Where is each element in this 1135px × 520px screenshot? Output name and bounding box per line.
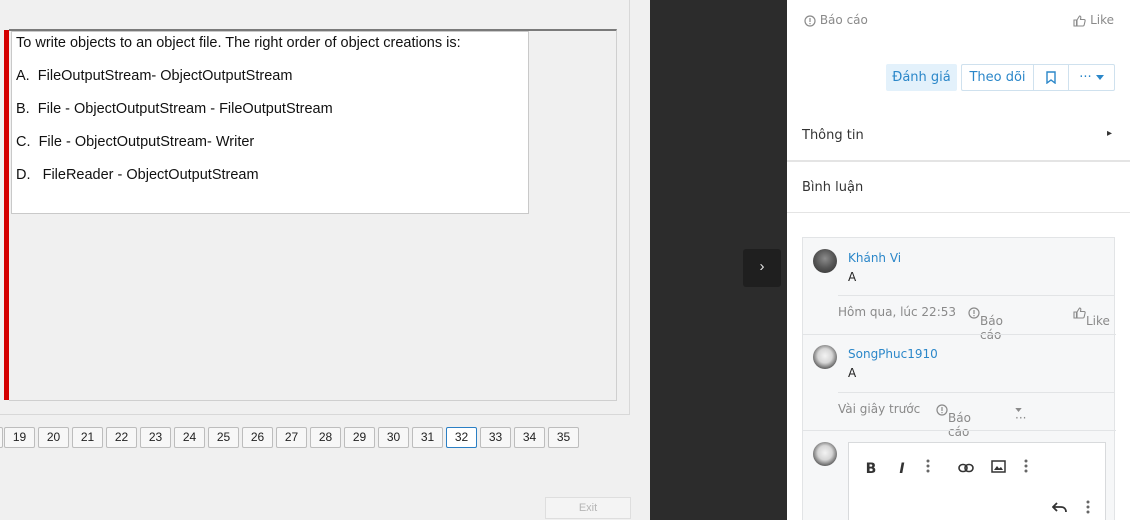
avatar[interactable] [813,345,837,369]
page-button[interactable]: 20 [38,427,69,448]
comment-time: Hôm qua, lúc 22:53 [838,305,957,319]
comment-text: A [848,366,857,380]
info-icon [936,403,948,416]
page-button[interactable]: 19 [4,427,35,448]
rate-button[interactable]: Đánh giá [886,64,957,91]
more-icon: ··· [1015,411,1027,425]
more-button[interactable]: ··· [1068,64,1115,91]
question-text: To write objects to an object file. The … [16,35,461,51]
report-label: Báo cáo [980,314,1003,342]
info-icon [804,14,816,27]
option-a[interactable]: A. FileOutputStream- ObjectOutputStream [16,68,292,84]
vertical-dots-icon [1024,459,1028,473]
comments-label: Bình luận [802,180,864,195]
page-button[interactable]: 21 [72,427,103,448]
caret-right-icon: ▸ [1106,128,1112,139]
page-button[interactable]: 29 [344,427,375,448]
page-button[interactable]: 28 [310,427,341,448]
like-label: Like [1086,314,1110,328]
bold-button[interactable]: B [862,459,880,479]
vertical-dots-icon [1086,500,1090,514]
like-link[interactable]: Like [1073,13,1114,27]
avatar [813,442,837,466]
bookmark-button[interactable] [1033,64,1068,91]
divider [803,430,1116,431]
comment-report-link[interactable]: Báo cáo [936,402,971,439]
option-b[interactable]: B. File - ObjectOutputStream - FileOutpu… [16,101,333,117]
page-button[interactable]: 27 [276,427,307,448]
like-label: Like [1090,13,1114,27]
more-icon: ··· [1079,70,1092,85]
comments-header: Bình luận [787,164,1130,213]
option-c[interactable]: C. File - ObjectOutputStream- Writer [16,134,254,150]
info-label: Thông tin [802,128,864,143]
exit-button[interactable]: Exit [545,497,631,519]
info-section-toggle[interactable]: Thông tin ▸ [787,112,1130,162]
comment-meta: Vài giây trước Báo cáo ··· [838,392,1115,439]
bookmark-icon [1046,71,1056,84]
thumbs-up-icon [1073,14,1086,27]
link-icon [958,463,974,473]
comment-more-button[interactable]: ··· [1015,402,1026,425]
discussion-panel: Báo cáo Like Đánh giá Theo dõi ··· Thông… [787,0,1135,520]
page-button-current[interactable]: 32 [446,427,477,448]
page-button[interactable]: 25 [208,427,239,448]
divider [803,334,1116,335]
comment-text: A [848,270,857,284]
comment-like-link[interactable]: Like [1073,305,1110,328]
option-c-text: File - ObjectOutputStream- Writer [38,134,255,150]
page-button[interactable]: 26 [242,427,273,448]
image-icon [990,460,1006,473]
comment-author[interactable]: SongPhuc1910 [848,347,938,361]
page-button[interactable]: 35 [548,427,579,448]
italic-button[interactable]: I [893,459,911,479]
option-d-letter: D. [16,167,31,183]
caret-down-icon [1095,75,1104,80]
toolbar-more-icon[interactable] [1021,459,1031,479]
page-button[interactable] [0,427,3,448]
page-button[interactable]: 31 [412,427,443,448]
exam-pane: To write objects to an object file. The … [0,0,650,520]
option-b-letter: B. [16,101,30,117]
report-label: Báo cáo [819,13,868,27]
undo-button[interactable] [1049,500,1071,520]
undo-icon [1051,502,1067,513]
page-button[interactable]: 33 [480,427,511,448]
report-link[interactable]: Báo cáo [804,13,868,27]
report-label: Báo cáo [948,411,971,439]
thumbs-up-icon [1073,306,1086,319]
option-d[interactable]: D. FileReader - ObjectOutputStream [16,167,259,183]
page-button[interactable]: 23 [140,427,171,448]
comment-report-link[interactable]: Báo cáo [968,305,1003,342]
image-button[interactable] [987,459,1009,479]
expand-panel-button[interactable]: › [743,249,781,287]
info-icon [968,306,980,319]
comment-author[interactable]: Khánh Vi [848,251,901,265]
option-d-text: FileReader - ObjectOutputStream [42,167,259,183]
option-a-text: FileOutputStream- ObjectOutputStream [37,68,293,84]
follow-button[interactable]: Theo dõi [961,64,1033,91]
vertical-dots-icon [926,459,930,473]
comment-editor[interactable]: B I [848,442,1106,520]
page-button[interactable]: 22 [106,427,137,448]
question-box: To write objects to an object file. The … [11,31,529,214]
option-b-text: File - ObjectOutputStream - FileOutputSt… [37,101,333,117]
option-c-letter: C. [16,134,31,150]
page-button[interactable]: 24 [174,427,205,448]
chevron-right-icon: › [759,258,765,275]
comment-thread: Khánh Vi A Hôm qua, lúc 22:53 Báo cáo Li… [802,237,1116,520]
avatar[interactable] [813,249,837,273]
option-a-letter: A. [16,68,30,84]
page-button[interactable]: 30 [378,427,409,448]
comment-meta: Hôm qua, lúc 22:53 Báo cáo Like [838,295,1115,342]
toolbar-more-icon[interactable] [1083,500,1093,520]
toolbar-more-icon[interactable] [923,459,933,479]
link-button[interactable] [955,459,977,479]
page-button[interactable]: 34 [514,427,545,448]
comment-time: Vài giây trước [838,402,921,416]
